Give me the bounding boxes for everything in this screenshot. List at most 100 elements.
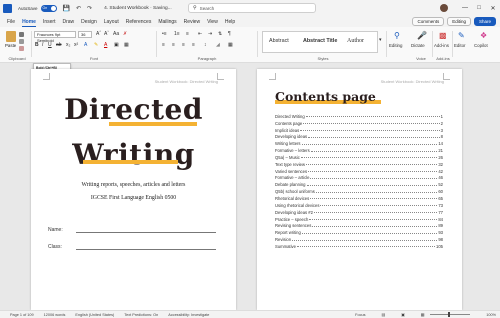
styles-gallery[interactable]: Abstract Abstract Title Author	[262, 31, 378, 53]
clear-formatting-icon[interactable]: ✗	[123, 31, 127, 37]
paste-icon[interactable]	[6, 31, 16, 42]
undo-icon[interactable]: ↶	[76, 5, 81, 12]
toc-entry[interactable]: Formative – letters 21	[275, 146, 443, 153]
toc-entry[interactable]: Report writing 93	[275, 228, 443, 235]
font-color-icon[interactable]: A	[104, 42, 107, 48]
toc-entry[interactable]: Implicit ideas 3	[275, 126, 443, 133]
menu-review[interactable]: Review	[184, 19, 200, 25]
toc-entry[interactable]: Revision 98	[275, 235, 443, 242]
format-painter-icon[interactable]	[19, 46, 24, 51]
word-count[interactable]: 12006 words	[44, 313, 66, 317]
print-layout-icon[interactable]: ▣	[401, 312, 405, 317]
grow-font-icon[interactable]: Aˆ	[96, 31, 101, 37]
bold-icon[interactable]: B	[35, 42, 39, 48]
font-name-select[interactable]: Fraunces 9pt Semibold	[34, 31, 76, 43]
redo-icon[interactable]: ↷	[87, 5, 92, 12]
menu-mailings[interactable]: Mailings	[158, 19, 176, 25]
share-button[interactable]: Share	[473, 17, 496, 26]
accessibility-status[interactable]: Accessibility: Investigate	[168, 313, 209, 317]
addins-button[interactable]: Add-ins	[434, 43, 449, 48]
page-count[interactable]: Page 1 of 109	[10, 313, 34, 317]
toc-entry[interactable]: Summative 105	[275, 242, 443, 249]
toc-entry[interactable]: Rhetorical devices 65	[275, 194, 443, 201]
zoom-level[interactable]: 100%	[486, 313, 496, 317]
decrease-indent-icon[interactable]: ⇤	[198, 31, 202, 37]
increase-indent-icon[interactable]: ⇥	[208, 31, 212, 37]
toc-entry[interactable]: Formative – article 46	[275, 174, 443, 180]
menu-draw[interactable]: Draw	[62, 19, 74, 25]
editing-button[interactable]: Editing	[389, 43, 402, 48]
phonetic-guide-icon[interactable]: ▦	[124, 42, 129, 48]
menu-file[interactable]: File	[7, 19, 15, 25]
autosave-toggle[interactable]: On	[40, 4, 57, 12]
justify-icon[interactable]: ≡	[192, 42, 195, 48]
styles-more-icon[interactable]: ▾	[379, 37, 382, 43]
text-effects-icon[interactable]: A	[84, 42, 87, 48]
microphone-icon[interactable]: 🎤	[417, 31, 427, 40]
shading-icon[interactable]: ◢	[216, 42, 220, 48]
menu-design[interactable]: Design	[81, 19, 97, 25]
editor-icon[interactable]: ✎	[458, 31, 465, 40]
subscript-icon[interactable]: x₂	[66, 42, 70, 48]
toc-entry[interactable]: Writing letters 14	[275, 139, 443, 146]
search-box[interactable]: ⚲ Search	[188, 3, 316, 13]
maximize-icon[interactable]: □	[472, 5, 486, 11]
menu-references[interactable]: References	[126, 19, 152, 25]
align-center-icon[interactable]: ≡	[172, 42, 175, 48]
align-left-icon[interactable]: ≡	[162, 42, 165, 48]
toc-entry[interactable]: Q5a) – Music 26	[275, 153, 443, 160]
show-formatting-icon[interactable]: ¶	[228, 31, 231, 37]
find-icon[interactable]: ⚲	[394, 31, 400, 40]
menu-layout[interactable]: Layout	[104, 19, 119, 25]
menu-home[interactable]: Home	[22, 19, 36, 27]
character-border-icon[interactable]: ▣	[114, 42, 119, 48]
toc-entry[interactable]: Q5b) school uniforms 60	[275, 187, 443, 194]
highlight-color-icon[interactable]: ✎	[94, 42, 98, 48]
copy-icon[interactable]	[19, 39, 24, 44]
web-layout-icon[interactable]: ▦	[421, 312, 425, 317]
style-author[interactable]: Author	[347, 38, 364, 44]
minimize-icon[interactable]: —	[458, 5, 472, 11]
underline-icon[interactable]: U	[48, 42, 52, 48]
menu-view[interactable]: View	[207, 19, 218, 25]
toc-entry[interactable]: Developing ideas #2 77	[275, 208, 443, 215]
close-icon[interactable]: ✕	[486, 5, 500, 12]
menu-help[interactable]: Help	[225, 19, 235, 25]
toc-entry[interactable]: Debate planning 52	[275, 180, 443, 187]
menu-insert[interactable]: Insert	[43, 19, 56, 25]
copilot-icon[interactable]: ❖	[480, 31, 487, 40]
toc-entry[interactable]: Revising sentences 89	[275, 222, 443, 228]
toc-entry[interactable]: Directed Writing 1	[275, 112, 443, 119]
align-right-icon[interactable]: ≡	[182, 42, 185, 48]
focus-button[interactable]: Focus	[355, 313, 365, 317]
addins-icon[interactable]: ▩	[439, 31, 447, 40]
editor-button[interactable]: Editor	[454, 43, 465, 48]
zoom-slider[interactable]	[430, 312, 471, 317]
strikethrough-icon[interactable]: ab	[56, 42, 62, 48]
copilot-button[interactable]: Copilot	[474, 43, 488, 48]
italic-icon[interactable]: I	[42, 42, 43, 48]
zoom-thumb[interactable]	[448, 312, 451, 317]
sort-icon[interactable]: ⇅	[218, 31, 222, 37]
borders-icon[interactable]: ▦	[228, 42, 233, 48]
text-predictions[interactable]: Text Predictions: On	[124, 313, 158, 317]
toc-entry[interactable]: Using rhetorical devices 73	[275, 201, 443, 208]
toc-entry[interactable]: Practice – speech 84	[275, 215, 443, 222]
language[interactable]: English (United States)	[75, 313, 114, 317]
cut-icon[interactable]	[19, 32, 24, 37]
shrink-font-icon[interactable]: Aˇ	[104, 31, 109, 37]
avatar[interactable]	[440, 4, 448, 12]
toc-entry[interactable]: Text type review 32	[275, 160, 443, 167]
document-title[interactable]: 4. Student Workbook · Saving...	[104, 6, 172, 11]
read-mode-icon[interactable]: ▤	[382, 312, 386, 317]
bullets-icon[interactable]: •≡	[162, 31, 167, 37]
style-abstract-title[interactable]: Abstract Title	[303, 38, 337, 44]
editing-mode-button[interactable]: Editing	[447, 17, 471, 26]
toc-entry[interactable]: Varied sentences 42	[275, 167, 443, 174]
cover-page[interactable]: Student Workbook: Directed Writing Direc…	[31, 69, 236, 310]
toc-entry[interactable]: Contents page 2	[275, 119, 443, 126]
change-case-icon[interactable]: Aa	[113, 31, 119, 37]
font-size-select[interactable]: 36	[78, 31, 92, 38]
comments-button[interactable]: Comments	[412, 17, 445, 26]
style-abstract[interactable]: Abstract	[269, 38, 289, 44]
